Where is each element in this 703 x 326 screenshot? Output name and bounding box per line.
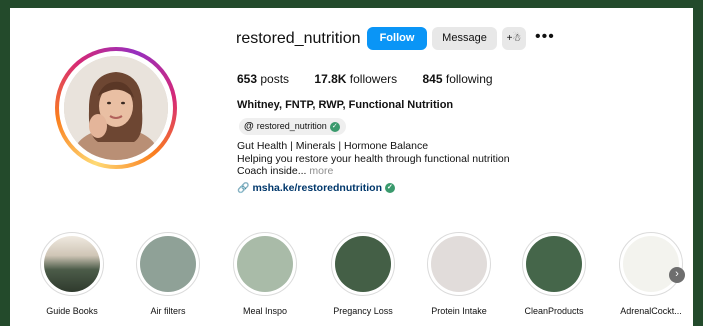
threads-handle: restored_nutrition [256, 121, 327, 131]
bio-line: Gut Health | Minerals | Hormone Balance [237, 140, 429, 152]
highlight-label: Protein Intake [431, 306, 487, 316]
highlight-label: Air filters [150, 306, 186, 316]
highlight-cover [335, 236, 391, 292]
profile-photo [64, 56, 168, 160]
more-icon: ••• [535, 28, 555, 45]
profile-stats: 653 posts 17.8K followers 845 following [237, 72, 515, 86]
posts-count: 653 [237, 72, 258, 86]
verified-icon: ✓ [329, 121, 340, 132]
bio-text: Gut Health | Minerals | Hormone Balance … [237, 140, 510, 178]
story-ring[interactable] [55, 47, 177, 169]
highlight-clean-products[interactable]: CleanProducts [519, 232, 589, 316]
verified-icon: ✓ [384, 183, 395, 193]
highlight-label: AdrenalCockt... [620, 306, 682, 316]
threads-badge[interactable]: @ restored_nutrition ✓ [239, 118, 346, 135]
highlight-pregancy-loss[interactable]: Pregancy Loss [328, 232, 398, 316]
profile-card: restored_nutrition Follow Message +☃ •••… [10, 8, 693, 326]
bio-link[interactable]: 🔗 msha.ke/restorednutrition ✓ [237, 182, 395, 194]
highlight-cover [140, 236, 196, 292]
following-stat[interactable]: 845 following [422, 72, 492, 86]
profile-username: restored_nutrition [236, 30, 361, 47]
followers-stat[interactable]: 17.8K followers [314, 72, 400, 86]
highlight-protein-intake[interactable]: Protein Intake [424, 232, 494, 316]
more-options-button[interactable]: ••• [535, 29, 555, 45]
highlight-guide-books[interactable]: Guide Books [37, 232, 107, 316]
message-button[interactable]: Message [432, 27, 497, 50]
bio-link-text: msha.ke/restorednutrition [252, 182, 382, 194]
chevron-right-icon: › [675, 268, 679, 280]
highlight-cover [431, 236, 487, 292]
highlight-meal-inspo[interactable]: Meal Inspo [230, 232, 300, 316]
highlight-cover [44, 236, 100, 292]
profile-full-name: Whitney, FNTP, RWP, Functional Nutrition [237, 99, 454, 111]
followers-label: followers [349, 72, 398, 86]
highlights-next-button[interactable]: › [669, 267, 685, 283]
highlight-label: Pregancy Loss [333, 306, 393, 316]
highlight-cover [623, 236, 679, 292]
highlight-label: CleanProducts [524, 306, 584, 316]
add-user-icon: +☃ [506, 33, 522, 44]
posts-stat: 653 posts [237, 72, 292, 86]
link-icon: 🔗 [237, 182, 250, 194]
followers-count: 17.8K [314, 72, 347, 86]
threads-icon: @ [244, 121, 254, 132]
highlight-air-filters[interactable]: Air filters [133, 232, 203, 316]
follow-button[interactable]: Follow [367, 27, 427, 50]
highlight-cover [526, 236, 582, 292]
bio-line: Coach inside... more [237, 165, 334, 177]
bio-more-link[interactable]: more [309, 165, 333, 177]
highlight-label: Guide Books [46, 306, 98, 316]
add-user-button[interactable]: +☃ [502, 27, 526, 50]
following-label: following [445, 72, 493, 86]
highlight-cover [237, 236, 293, 292]
following-count: 845 [422, 72, 443, 86]
avatar[interactable] [64, 56, 168, 160]
bio-line: Helping you restore your health through … [237, 152, 510, 165]
posts-label: posts [260, 72, 290, 86]
highlight-label: Meal Inspo [242, 306, 288, 316]
